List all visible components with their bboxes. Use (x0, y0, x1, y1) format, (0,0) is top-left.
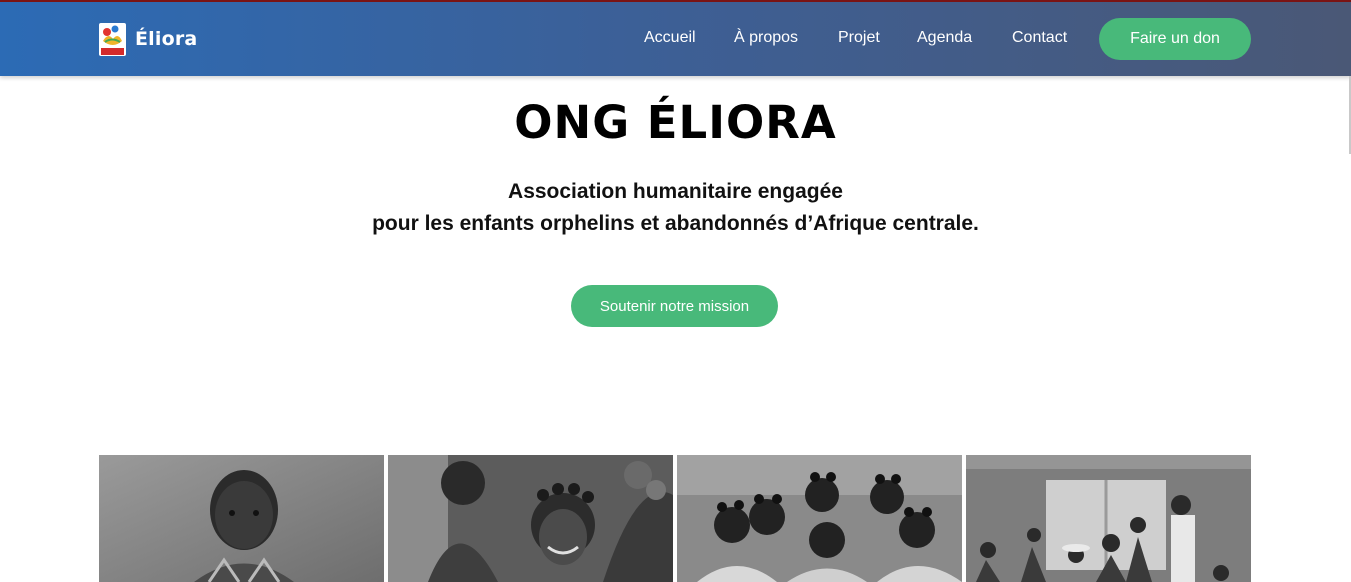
navbar: Éliora Accueil À propos Projet Agenda Co… (0, 0, 1351, 76)
hero-subtitle: Association humanitaire engagée pour les… (0, 176, 1351, 240)
donate-button[interactable]: Faire un don (1099, 18, 1251, 60)
eliora-logo (99, 22, 126, 56)
brand-home-link[interactable]: Éliora (99, 22, 197, 56)
brand-name: Éliora (135, 28, 198, 50)
nav-link-agenda[interactable]: Agenda (917, 29, 972, 47)
nav-link-contact[interactable]: Contact (1012, 29, 1067, 47)
photo-gallery (99, 455, 1251, 582)
gallery-photo-family-group (966, 455, 1251, 582)
nav-link-accueil[interactable]: Accueil (644, 29, 696, 47)
hero-title: ONG ÉLIORA (514, 96, 837, 149)
top-accent-line (0, 0, 1351, 2)
hero-subtitle-line-1: Association humanitaire engagée (508, 180, 843, 203)
gallery-photo-girls-flowers (388, 455, 673, 582)
gallery-photo-group-girls (677, 455, 962, 582)
hero-subtitle-line-2: pour les enfants orphelins et abandonnés… (372, 212, 979, 235)
gallery-photo-child-portrait (99, 455, 384, 582)
nav-link-a-propos[interactable]: À propos (734, 29, 798, 47)
support-mission-button[interactable]: Soutenir notre mission (571, 285, 778, 327)
nav-link-projet[interactable]: Projet (838, 29, 880, 47)
